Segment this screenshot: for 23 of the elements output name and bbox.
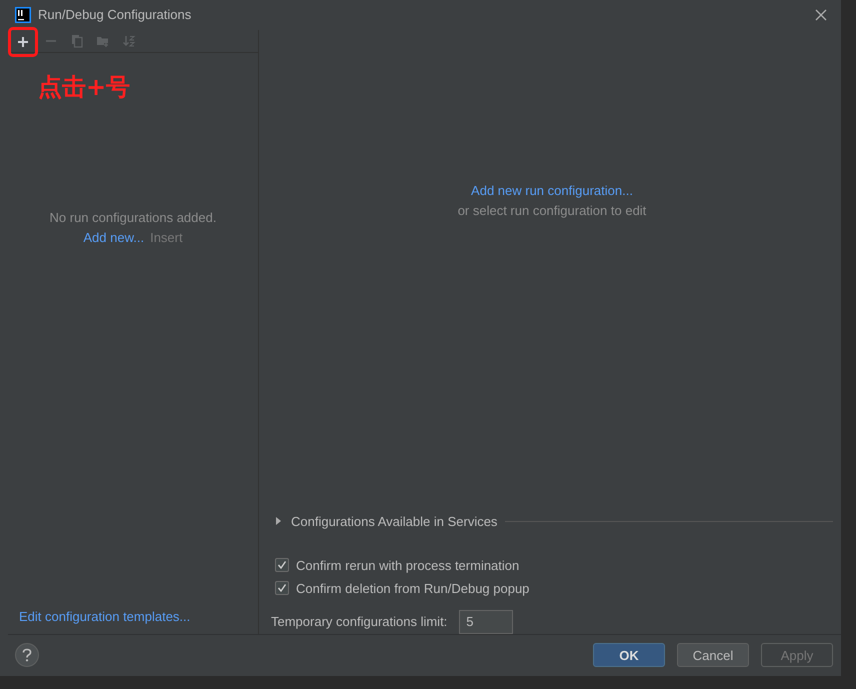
add-new-link[interactable]: Add new... bbox=[83, 230, 144, 245]
checkbox-label: Confirm deletion from Run/Debug popup bbox=[296, 580, 530, 596]
help-button[interactable] bbox=[15, 643, 39, 668]
limit-field[interactable]: 5 bbox=[459, 610, 514, 634]
app-logo-icon bbox=[15, 6, 31, 23]
hint-text: or select run configuration to edit bbox=[458, 202, 646, 218]
add-configuration-link[interactable]: Add new run configuration... bbox=[471, 182, 633, 198]
dialog-button[interactable]: Cancel bbox=[677, 643, 749, 668]
annotation-text: 点击+号 bbox=[38, 72, 130, 103]
dialog-button[interactable]: OK bbox=[593, 643, 665, 668]
checkbox[interactable] bbox=[275, 558, 289, 572]
close-icon[interactable] bbox=[815, 8, 827, 21]
section-title: Configurations Available in Services bbox=[291, 514, 498, 529]
checkbox[interactable] bbox=[275, 581, 289, 596]
shortcut-hint: Insert bbox=[150, 230, 183, 245]
window-title: Run/Debug Configurations bbox=[38, 7, 192, 22]
templates-link[interactable]: Edit configuration templates... bbox=[19, 608, 190, 624]
expand-arrow-icon[interactable] bbox=[275, 517, 283, 526]
add-icon[interactable] bbox=[10, 28, 36, 55]
limit-label: Temporary configurations limit: bbox=[271, 614, 448, 630]
question-mark-icon bbox=[21, 648, 33, 662]
empty-message: No run configurations added. bbox=[50, 210, 216, 225]
checkbox-label: Confirm rerun with process termination bbox=[296, 558, 520, 573]
